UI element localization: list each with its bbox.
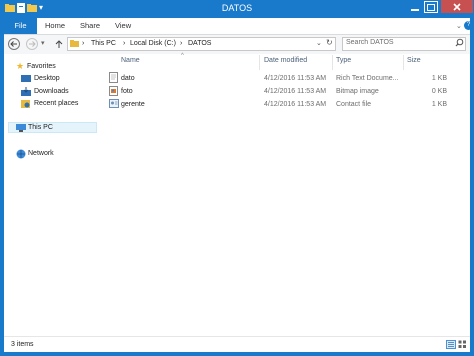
maximize-button[interactable] xyxy=(424,1,438,13)
help-icon[interactable]: ? xyxy=(464,21,473,30)
address-dropdown-icon[interactable]: ⌄ xyxy=(316,39,322,47)
expand-ribbon-icon[interactable]: ⌄ xyxy=(456,22,462,30)
tab-share[interactable]: Share xyxy=(80,18,100,34)
back-arrow-icon[interactable] xyxy=(8,38,20,50)
column-divider[interactable] xyxy=(332,55,333,70)
file-size: 0 KB xyxy=(431,88,447,95)
network-icon xyxy=(16,149,26,161)
up-arrow-icon[interactable] xyxy=(53,38,65,50)
star-icon: ★ xyxy=(16,61,25,71)
breadcrumb-separator-icon[interactable]: › xyxy=(82,38,84,49)
file-type: Contact file xyxy=(336,101,372,108)
breadcrumb-separator-icon[interactable]: › xyxy=(123,38,125,49)
search-icon[interactable] xyxy=(455,38,464,49)
desktop-icon xyxy=(21,75,31,85)
forward-arrow-icon[interactable] xyxy=(26,38,38,50)
column-header-date-modified[interactable]: Date modified xyxy=(264,57,307,64)
column-header-name[interactable]: Name xyxy=(121,57,140,64)
file-size: 1 KB xyxy=(431,101,447,108)
window-title: DATOS xyxy=(221,3,253,13)
bitmap-image-icon xyxy=(109,86,118,98)
column-header-size[interactable]: Size xyxy=(407,57,421,64)
sidebar-item-downloads[interactable]: Downloads xyxy=(34,88,69,95)
tab-view[interactable]: View xyxy=(115,18,131,34)
file-name: gerente xyxy=(121,101,145,108)
tab-file[interactable]: File xyxy=(4,18,37,34)
breadcrumb-datos[interactable]: DATOS xyxy=(188,38,211,49)
minimize-button[interactable] xyxy=(408,0,422,14)
sort-indicator-icon: ^ xyxy=(181,53,184,59)
ribbon xyxy=(4,18,470,35)
refresh-icon[interactable]: ↻ xyxy=(326,38,333,47)
recent-locations-icon[interactable]: ▾ xyxy=(41,39,45,47)
tab-home[interactable]: Home xyxy=(45,18,65,34)
sidebar-item-desktop[interactable]: Desktop xyxy=(34,75,60,82)
close-button[interactable] xyxy=(441,0,473,13)
file-type: Rich Text Docume... xyxy=(336,75,399,82)
file-date: 4/12/2016 11:53 AM xyxy=(264,88,327,95)
search-placeholder: Search DATOS xyxy=(346,39,394,46)
recent-places-icon xyxy=(21,99,31,111)
breadcrumb-local-disk[interactable]: Local Disk (C:) xyxy=(130,38,176,49)
details-view-icon[interactable] xyxy=(446,340,456,349)
file-date: 4/12/2016 11:53 AM xyxy=(264,75,327,82)
sidebar-item-recent-places[interactable]: Recent places xyxy=(34,100,78,107)
column-divider[interactable] xyxy=(259,55,260,70)
rtf-document-icon xyxy=(109,72,118,85)
column-divider[interactable] xyxy=(403,55,404,70)
sidebar-item-favorites[interactable]: Favorites xyxy=(27,63,56,70)
navigation-pane xyxy=(4,54,100,336)
sidebar-item-network[interactable]: Network xyxy=(28,150,54,157)
file-type: Bitmap image xyxy=(336,88,379,95)
file-name: dato xyxy=(121,75,135,82)
item-count: 3 items xyxy=(11,341,34,348)
downloads-icon xyxy=(21,87,31,98)
breadcrumb-separator-icon[interactable]: › xyxy=(180,38,182,49)
breadcrumb-this-pc[interactable]: This PC xyxy=(91,38,116,49)
file-date: 4/12/2016 11:53 AM xyxy=(264,101,327,108)
contact-file-icon xyxy=(109,99,119,110)
status-bar xyxy=(4,336,470,352)
computer-icon xyxy=(16,124,26,134)
sidebar-item-this-pc-label: This PC xyxy=(28,124,53,131)
large-icons-view-icon[interactable] xyxy=(458,340,467,349)
folder-icon xyxy=(70,39,79,50)
file-size: 1 KB xyxy=(431,75,447,82)
column-header-type[interactable]: Type xyxy=(336,57,351,64)
file-name: foto xyxy=(121,88,133,95)
